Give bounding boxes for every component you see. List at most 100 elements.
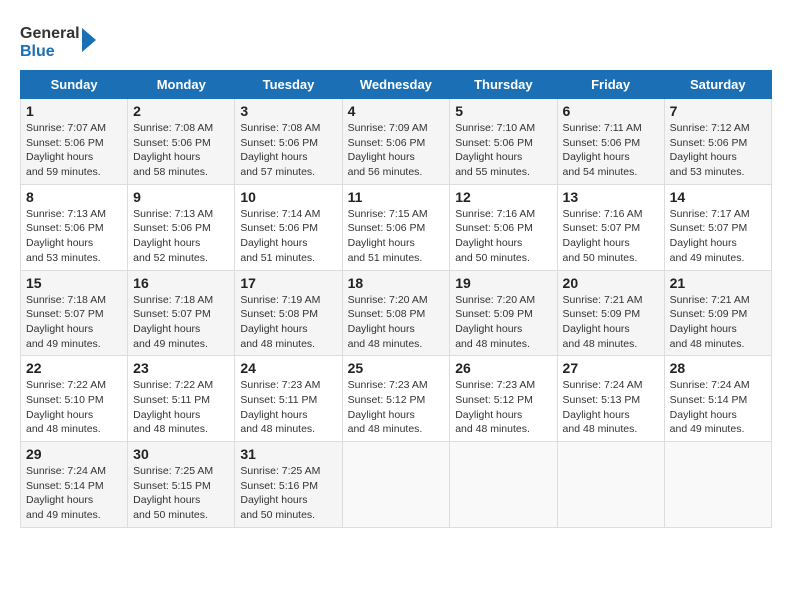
svg-text:General: General	[20, 25, 80, 42]
day-info: Sunrise: 7:21 AM Sunset: 5:09 PM Dayligh…	[670, 294, 750, 350]
calendar-cell: 27 Sunrise: 7:24 AM Sunset: 5:13 PM Dayl…	[557, 356, 664, 442]
calendar-cell: 3 Sunrise: 7:08 AM Sunset: 5:06 PM Dayli…	[235, 99, 342, 185]
day-number: 11	[348, 189, 445, 205]
calendar-cell	[664, 442, 771, 528]
day-header-tuesday: Tuesday	[235, 71, 342, 99]
calendar-cell: 16 Sunrise: 7:18 AM Sunset: 5:07 PM Dayl…	[128, 270, 235, 356]
day-info: Sunrise: 7:13 AM Sunset: 5:06 PM Dayligh…	[26, 208, 106, 264]
day-info: Sunrise: 7:24 AM Sunset: 5:14 PM Dayligh…	[26, 465, 106, 521]
day-number: 6	[563, 103, 659, 119]
day-info: Sunrise: 7:23 AM Sunset: 5:11 PM Dayligh…	[240, 379, 320, 435]
day-number: 18	[348, 275, 445, 291]
day-number: 25	[348, 360, 445, 376]
calendar-cell: 11 Sunrise: 7:15 AM Sunset: 5:06 PM Dayl…	[342, 184, 450, 270]
logo: GeneralBlue	[20, 20, 100, 60]
day-info: Sunrise: 7:14 AM Sunset: 5:06 PM Dayligh…	[240, 208, 320, 264]
day-number: 30	[133, 446, 229, 462]
day-info: Sunrise: 7:09 AM Sunset: 5:06 PM Dayligh…	[348, 122, 428, 178]
day-number: 4	[348, 103, 445, 119]
calendar-cell	[342, 442, 450, 528]
calendar-cell: 17 Sunrise: 7:19 AM Sunset: 5:08 PM Dayl…	[235, 270, 342, 356]
day-info: Sunrise: 7:18 AM Sunset: 5:07 PM Dayligh…	[133, 294, 213, 350]
day-info: Sunrise: 7:21 AM Sunset: 5:09 PM Dayligh…	[563, 294, 643, 350]
calendar-cell: 5 Sunrise: 7:10 AM Sunset: 5:06 PM Dayli…	[450, 99, 557, 185]
calendar-cell: 29 Sunrise: 7:24 AM Sunset: 5:14 PM Dayl…	[21, 442, 128, 528]
calendar-week-3: 15 Sunrise: 7:18 AM Sunset: 5:07 PM Dayl…	[21, 270, 772, 356]
day-number: 31	[240, 446, 336, 462]
day-info: Sunrise: 7:16 AM Sunset: 5:07 PM Dayligh…	[563, 208, 643, 264]
day-info: Sunrise: 7:25 AM Sunset: 5:15 PM Dayligh…	[133, 465, 213, 521]
day-info: Sunrise: 7:16 AM Sunset: 5:06 PM Dayligh…	[455, 208, 535, 264]
calendar-cell: 25 Sunrise: 7:23 AM Sunset: 5:12 PM Dayl…	[342, 356, 450, 442]
day-info: Sunrise: 7:18 AM Sunset: 5:07 PM Dayligh…	[26, 294, 106, 350]
day-info: Sunrise: 7:07 AM Sunset: 5:06 PM Dayligh…	[26, 122, 106, 178]
day-info: Sunrise: 7:13 AM Sunset: 5:06 PM Dayligh…	[133, 208, 213, 264]
calendar-week-1: 1 Sunrise: 7:07 AM Sunset: 5:06 PM Dayli…	[21, 99, 772, 185]
calendar-cell: 21 Sunrise: 7:21 AM Sunset: 5:09 PM Dayl…	[664, 270, 771, 356]
day-number: 19	[455, 275, 551, 291]
calendar-cell: 22 Sunrise: 7:22 AM Sunset: 5:10 PM Dayl…	[21, 356, 128, 442]
day-number: 15	[26, 275, 122, 291]
day-number: 10	[240, 189, 336, 205]
calendar-cell: 9 Sunrise: 7:13 AM Sunset: 5:06 PM Dayli…	[128, 184, 235, 270]
day-info: Sunrise: 7:24 AM Sunset: 5:13 PM Dayligh…	[563, 379, 643, 435]
day-number: 20	[563, 275, 659, 291]
day-number: 21	[670, 275, 766, 291]
calendar-week-2: 8 Sunrise: 7:13 AM Sunset: 5:06 PM Dayli…	[21, 184, 772, 270]
day-info: Sunrise: 7:08 AM Sunset: 5:06 PM Dayligh…	[240, 122, 320, 178]
calendar-cell	[557, 442, 664, 528]
day-number: 17	[240, 275, 336, 291]
day-info: Sunrise: 7:22 AM Sunset: 5:11 PM Dayligh…	[133, 379, 213, 435]
calendar-cell	[450, 442, 557, 528]
day-info: Sunrise: 7:23 AM Sunset: 5:12 PM Dayligh…	[348, 379, 428, 435]
day-number: 2	[133, 103, 229, 119]
calendar-header: SundayMondayTuesdayWednesdayThursdayFrid…	[21, 71, 772, 99]
day-number: 14	[670, 189, 766, 205]
day-info: Sunrise: 7:17 AM Sunset: 5:07 PM Dayligh…	[670, 208, 750, 264]
calendar-cell: 4 Sunrise: 7:09 AM Sunset: 5:06 PM Dayli…	[342, 99, 450, 185]
day-number: 1	[26, 103, 122, 119]
calendar-cell: 14 Sunrise: 7:17 AM Sunset: 5:07 PM Dayl…	[664, 184, 771, 270]
day-info: Sunrise: 7:24 AM Sunset: 5:14 PM Dayligh…	[670, 379, 750, 435]
calendar-cell: 1 Sunrise: 7:07 AM Sunset: 5:06 PM Dayli…	[21, 99, 128, 185]
calendar-cell: 30 Sunrise: 7:25 AM Sunset: 5:15 PM Dayl…	[128, 442, 235, 528]
calendar-cell: 31 Sunrise: 7:25 AM Sunset: 5:16 PM Dayl…	[235, 442, 342, 528]
day-info: Sunrise: 7:10 AM Sunset: 5:06 PM Dayligh…	[455, 122, 535, 178]
day-header-saturday: Saturday	[664, 71, 771, 99]
calendar-cell: 13 Sunrise: 7:16 AM Sunset: 5:07 PM Dayl…	[557, 184, 664, 270]
calendar-cell: 6 Sunrise: 7:11 AM Sunset: 5:06 PM Dayli…	[557, 99, 664, 185]
calendar-cell: 24 Sunrise: 7:23 AM Sunset: 5:11 PM Dayl…	[235, 356, 342, 442]
day-number: 13	[563, 189, 659, 205]
day-number: 7	[670, 103, 766, 119]
day-number: 22	[26, 360, 122, 376]
day-header-thursday: Thursday	[450, 71, 557, 99]
day-info: Sunrise: 7:20 AM Sunset: 5:09 PM Dayligh…	[455, 294, 535, 350]
day-header-wednesday: Wednesday	[342, 71, 450, 99]
day-number: 27	[563, 360, 659, 376]
calendar-cell: 23 Sunrise: 7:22 AM Sunset: 5:11 PM Dayl…	[128, 356, 235, 442]
day-header-monday: Monday	[128, 71, 235, 99]
day-number: 3	[240, 103, 336, 119]
calendar-week-5: 29 Sunrise: 7:24 AM Sunset: 5:14 PM Dayl…	[21, 442, 772, 528]
day-number: 5	[455, 103, 551, 119]
day-info: Sunrise: 7:23 AM Sunset: 5:12 PM Dayligh…	[455, 379, 535, 435]
calendar-cell: 20 Sunrise: 7:21 AM Sunset: 5:09 PM Dayl…	[557, 270, 664, 356]
day-number: 8	[26, 189, 122, 205]
day-info: Sunrise: 7:22 AM Sunset: 5:10 PM Dayligh…	[26, 379, 106, 435]
day-number: 12	[455, 189, 551, 205]
calendar-cell: 15 Sunrise: 7:18 AM Sunset: 5:07 PM Dayl…	[21, 270, 128, 356]
logo-icon: GeneralBlue	[20, 20, 100, 60]
day-number: 28	[670, 360, 766, 376]
day-header-friday: Friday	[557, 71, 664, 99]
calendar-cell: 10 Sunrise: 7:14 AM Sunset: 5:06 PM Dayl…	[235, 184, 342, 270]
calendar-cell: 26 Sunrise: 7:23 AM Sunset: 5:12 PM Dayl…	[450, 356, 557, 442]
day-info: Sunrise: 7:19 AM Sunset: 5:08 PM Dayligh…	[240, 294, 320, 350]
day-number: 23	[133, 360, 229, 376]
day-info: Sunrise: 7:11 AM Sunset: 5:06 PM Dayligh…	[563, 122, 642, 178]
calendar-cell: 8 Sunrise: 7:13 AM Sunset: 5:06 PM Dayli…	[21, 184, 128, 270]
svg-text:Blue: Blue	[20, 43, 55, 60]
calendar-cell: 28 Sunrise: 7:24 AM Sunset: 5:14 PM Dayl…	[664, 356, 771, 442]
day-number: 24	[240, 360, 336, 376]
calendar-cell: 2 Sunrise: 7:08 AM Sunset: 5:06 PM Dayli…	[128, 99, 235, 185]
day-info: Sunrise: 7:12 AM Sunset: 5:06 PM Dayligh…	[670, 122, 750, 178]
